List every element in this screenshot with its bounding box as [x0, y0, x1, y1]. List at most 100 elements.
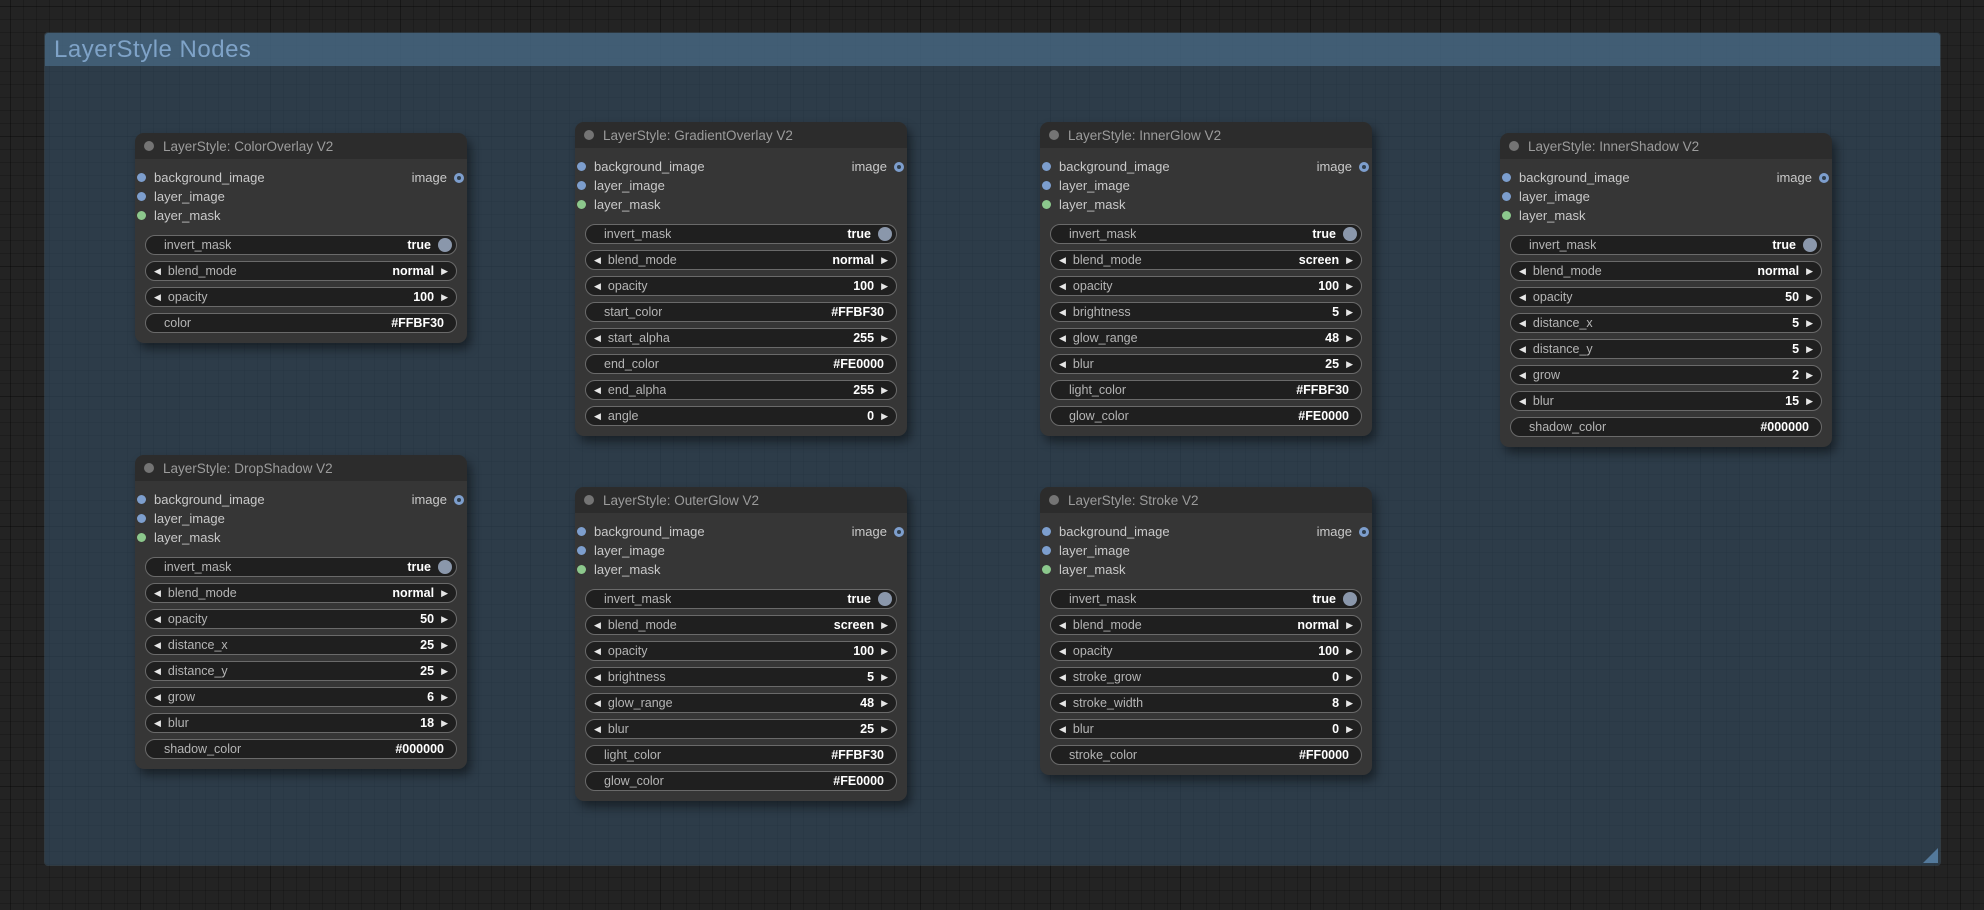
input-port-layer_mask-icon[interactable] [1042, 565, 1051, 574]
combo-widget-blend_mode[interactable]: ◀ blend_mode normal ▶ [585, 250, 897, 270]
decrement-arrow-icon[interactable]: ◀ [154, 266, 161, 276]
input-port-layer_mask-icon[interactable] [1502, 211, 1511, 220]
text-widget-shadow_color[interactable]: shadow_color #000000 [145, 739, 457, 759]
input-port-layer_image-icon[interactable] [137, 514, 146, 523]
decrement-arrow-icon[interactable]: ◀ [594, 411, 601, 421]
toggle-widget-invert_mask[interactable]: invert_mask true [145, 235, 457, 255]
increment-arrow-icon[interactable]: ▶ [1346, 281, 1353, 291]
number-widget-blur[interactable]: ◀ blur 25 ▶ [1050, 354, 1362, 374]
input-port-layer_mask-icon[interactable] [137, 533, 146, 542]
increment-arrow-icon[interactable]: ▶ [881, 724, 888, 734]
decrement-arrow-icon[interactable]: ◀ [1519, 292, 1526, 302]
output-port-image-icon[interactable] [454, 172, 464, 183]
increment-arrow-icon[interactable]: ▶ [1806, 344, 1813, 354]
node-title-bar[interactable]: LayerStyle: DropShadow V2 [135, 455, 467, 481]
number-widget-distance_x[interactable]: ◀ distance_x 25 ▶ [145, 635, 457, 655]
toggle-knob-icon[interactable] [878, 227, 892, 241]
output-port-image-icon[interactable] [894, 526, 904, 537]
number-widget-grow[interactable]: ◀ grow 2 ▶ [1510, 365, 1822, 385]
increment-arrow-icon[interactable]: ▶ [441, 614, 448, 624]
increment-arrow-icon[interactable]: ▶ [1806, 318, 1813, 328]
input-port-layer_mask-icon[interactable] [577, 200, 586, 209]
decrement-arrow-icon[interactable]: ◀ [594, 620, 601, 630]
toggle-widget-invert_mask[interactable]: invert_mask true [1050, 589, 1362, 609]
output-port-image-icon[interactable] [1359, 526, 1369, 537]
group-title-bar[interactable]: LayerStyle Nodes [45, 33, 1940, 66]
decrement-arrow-icon[interactable]: ◀ [1059, 698, 1066, 708]
number-widget-glow_range[interactable]: ◀ glow_range 48 ▶ [1050, 328, 1362, 348]
increment-arrow-icon[interactable]: ▶ [1346, 307, 1353, 317]
increment-arrow-icon[interactable]: ▶ [441, 692, 448, 702]
decrement-arrow-icon[interactable]: ◀ [594, 281, 601, 291]
increment-arrow-icon[interactable]: ▶ [441, 266, 448, 276]
combo-widget-blend_mode[interactable]: ◀ blend_mode normal ▶ [1050, 615, 1362, 635]
input-port-background_image-icon[interactable] [137, 495, 146, 504]
toggle-widget-invert_mask[interactable]: invert_mask true [145, 557, 457, 577]
increment-arrow-icon[interactable]: ▶ [1806, 266, 1813, 276]
increment-arrow-icon[interactable]: ▶ [441, 718, 448, 728]
input-port-layer_image-icon[interactable] [1042, 546, 1051, 555]
number-widget-grow[interactable]: ◀ grow 6 ▶ [145, 687, 457, 707]
increment-arrow-icon[interactable]: ▶ [1346, 255, 1353, 265]
number-widget-opacity[interactable]: ◀ opacity 100 ▶ [585, 641, 897, 661]
output-port-image-icon[interactable] [1819, 172, 1829, 183]
decrement-arrow-icon[interactable]: ◀ [594, 724, 601, 734]
output-port-image-icon[interactable] [1359, 161, 1369, 172]
input-port-background_image-icon[interactable] [1502, 173, 1511, 182]
node-title-bar[interactable]: LayerStyle: InnerGlow V2 [1040, 122, 1372, 148]
decrement-arrow-icon[interactable]: ◀ [154, 666, 161, 676]
decrement-arrow-icon[interactable]: ◀ [1059, 724, 1066, 734]
decrement-arrow-icon[interactable]: ◀ [594, 255, 601, 265]
combo-widget-blend_mode[interactable]: ◀ blend_mode normal ▶ [145, 261, 457, 281]
increment-arrow-icon[interactable]: ▶ [441, 666, 448, 676]
node-layerstyle-coloroverlay-v2[interactable]: LayerStyle: ColorOverlay V2 background_i… [135, 133, 467, 343]
increment-arrow-icon[interactable]: ▶ [1346, 724, 1353, 734]
decrement-arrow-icon[interactable]: ◀ [1059, 333, 1066, 343]
increment-arrow-icon[interactable]: ▶ [1806, 292, 1813, 302]
number-widget-glow_range[interactable]: ◀ glow_range 48 ▶ [585, 693, 897, 713]
increment-arrow-icon[interactable]: ▶ [881, 411, 888, 421]
increment-arrow-icon[interactable]: ▶ [441, 588, 448, 598]
number-widget-blur[interactable]: ◀ blur 0 ▶ [1050, 719, 1362, 739]
decrement-arrow-icon[interactable]: ◀ [1059, 307, 1066, 317]
increment-arrow-icon[interactable]: ▶ [1806, 396, 1813, 406]
increment-arrow-icon[interactable]: ▶ [1806, 370, 1813, 380]
group-resize-handle-icon[interactable] [1923, 848, 1938, 863]
decrement-arrow-icon[interactable]: ◀ [1519, 266, 1526, 276]
toggle-knob-icon[interactable] [438, 560, 452, 574]
toggle-knob-icon[interactable] [1803, 238, 1817, 252]
collapse-dot-icon[interactable] [1509, 141, 1519, 151]
number-widget-opacity[interactable]: ◀ opacity 100 ▶ [1050, 641, 1362, 661]
node-title-bar[interactable]: LayerStyle: Stroke V2 [1040, 487, 1372, 513]
number-widget-opacity[interactable]: ◀ opacity 100 ▶ [145, 287, 457, 307]
node-layerstyle-gradientoverlay-v2[interactable]: LayerStyle: GradientOverlay V2 backgroun… [575, 122, 907, 436]
node-title-bar[interactable]: LayerStyle: GradientOverlay V2 [575, 122, 907, 148]
input-port-layer_image-icon[interactable] [577, 546, 586, 555]
toggle-knob-icon[interactable] [1343, 227, 1357, 241]
input-port-layer_mask-icon[interactable] [137, 211, 146, 220]
toggle-widget-invert_mask[interactable]: invert_mask true [1510, 235, 1822, 255]
input-port-layer_mask-icon[interactable] [1042, 200, 1051, 209]
input-port-layer_image-icon[interactable] [577, 181, 586, 190]
text-widget-end_color[interactable]: end_color #FE0000 [585, 354, 897, 374]
node-layerstyle-innerglow-v2[interactable]: LayerStyle: InnerGlow V2 background_imag… [1040, 122, 1372, 436]
toggle-widget-invert_mask[interactable]: invert_mask true [585, 224, 897, 244]
text-widget-light_color[interactable]: light_color #FFBF30 [585, 745, 897, 765]
combo-widget-blend_mode[interactable]: ◀ blend_mode screen ▶ [585, 615, 897, 635]
decrement-arrow-icon[interactable]: ◀ [154, 292, 161, 302]
text-widget-glow_color[interactable]: glow_color #FE0000 [1050, 406, 1362, 426]
output-port-image-icon[interactable] [894, 161, 904, 172]
decrement-arrow-icon[interactable]: ◀ [594, 646, 601, 656]
increment-arrow-icon[interactable]: ▶ [1346, 646, 1353, 656]
toggle-knob-icon[interactable] [1343, 592, 1357, 606]
combo-widget-blend_mode[interactable]: ◀ blend_mode normal ▶ [1510, 261, 1822, 281]
node-layerstyle-outerglow-v2[interactable]: LayerStyle: OuterGlow V2 background_imag… [575, 487, 907, 801]
number-widget-distance_y[interactable]: ◀ distance_y 5 ▶ [1510, 339, 1822, 359]
decrement-arrow-icon[interactable]: ◀ [594, 333, 601, 343]
increment-arrow-icon[interactable]: ▶ [1346, 359, 1353, 369]
increment-arrow-icon[interactable]: ▶ [1346, 698, 1353, 708]
input-port-background_image-icon[interactable] [577, 162, 586, 171]
combo-widget-blend_mode[interactable]: ◀ blend_mode screen ▶ [1050, 250, 1362, 270]
decrement-arrow-icon[interactable]: ◀ [594, 385, 601, 395]
output-port-image-icon[interactable] [454, 494, 464, 505]
